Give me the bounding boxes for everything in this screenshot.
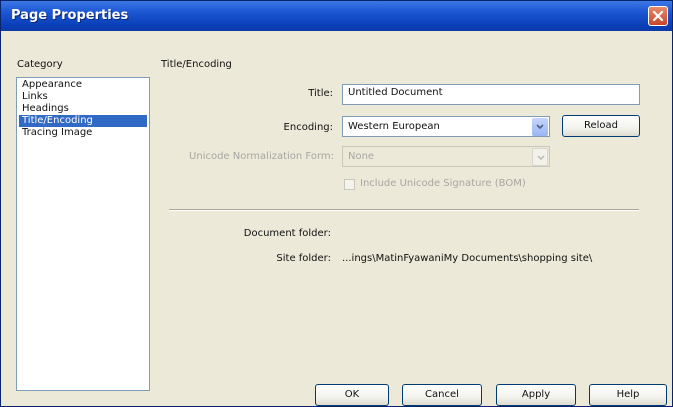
close-button[interactable] (648, 6, 668, 26)
bom-checkbox (344, 179, 355, 190)
title-bar[interactable]: Page Properties (1, 1, 672, 31)
help-button[interactable]: Help (589, 384, 667, 406)
cancel-button[interactable]: Cancel (402, 384, 482, 406)
page-properties-dialog: Page Properties Category Appearance Link… (0, 0, 673, 407)
chevron-down-icon (536, 124, 544, 130)
unicode-normalization-value: None (348, 151, 375, 162)
category-item-tracing-image[interactable]: Tracing Image (19, 127, 95, 139)
panel-heading: Title/Encoding (161, 59, 232, 70)
unicode-normalization-select: None (342, 146, 550, 167)
category-item-links[interactable]: Links (19, 91, 51, 103)
ok-button[interactable]: OK (315, 384, 389, 406)
reload-button[interactable]: Reload (562, 115, 640, 137)
chevron-down-icon (537, 155, 545, 161)
encoding-label: Encoding: (283, 122, 333, 133)
category-item-title-encoding[interactable]: Title/Encoding (19, 115, 147, 127)
site-folder-label: Site folder: (276, 253, 331, 264)
encoding-dropdown-arrow[interactable] (532, 118, 548, 136)
section-divider (169, 209, 639, 211)
title-field[interactable]: Untitled Document (342, 84, 640, 105)
category-item-appearance[interactable]: Appearance (19, 79, 85, 91)
close-icon (652, 10, 664, 22)
apply-button[interactable]: Apply (496, 384, 576, 406)
window-title: Page Properties (11, 8, 129, 23)
site-folder-value: ...ings\MatinFyawaniMy Documents\shoppin… (342, 253, 593, 264)
title-label: Title: (308, 88, 333, 99)
bom-label: Include Unicode Signature (BOM) (360, 178, 526, 189)
category-list[interactable]: Appearance Links Headings Title/Encoding… (16, 77, 150, 391)
encoding-select[interactable]: Western European (342, 116, 550, 137)
document-folder-label: Document folder: (243, 228, 331, 239)
unicode-normalization-label: Unicode Normalization Form: (189, 151, 334, 162)
category-heading: Category (17, 59, 63, 70)
encoding-value: Western European (348, 121, 440, 132)
unicode-dropdown-arrow (532, 148, 548, 166)
category-item-headings[interactable]: Headings (19, 103, 72, 115)
